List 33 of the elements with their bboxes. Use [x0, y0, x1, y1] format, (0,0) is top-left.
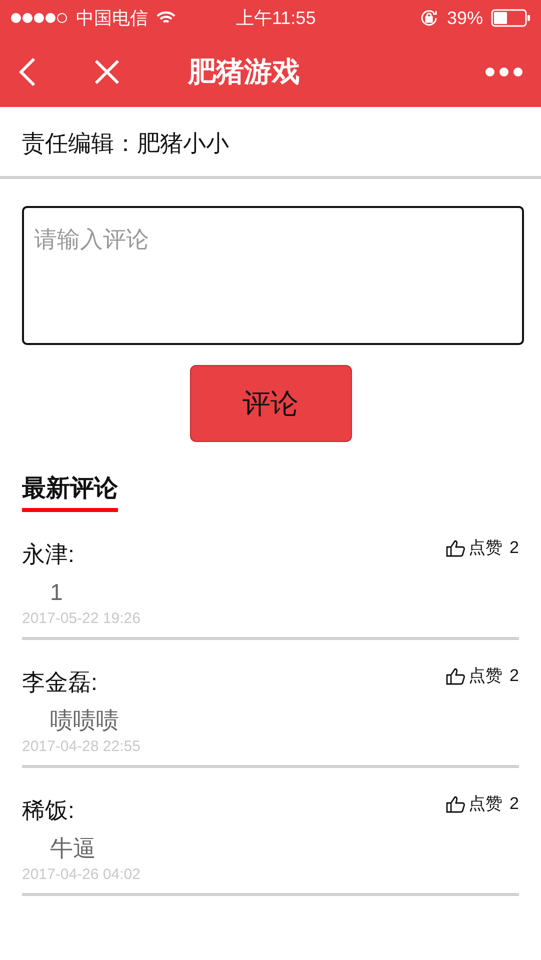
signal-icon — [10, 12, 68, 24]
like-count: 2 — [510, 793, 519, 815]
like-button[interactable]: 点赞 2 — [446, 663, 519, 688]
wifi-icon — [156, 10, 176, 26]
like-count: 2 — [510, 537, 519, 559]
comment-text: 牛逼 — [49, 834, 97, 863]
section-heading: 最新评论 — [22, 474, 118, 504]
comment-text: 啧啧啧 — [49, 706, 120, 735]
comment-text: 1 — [49, 578, 64, 607]
battery-icon — [491, 9, 531, 27]
submit-button[interactable]: 评论 — [190, 365, 352, 442]
battery-percent: 39% — [446, 6, 483, 30]
thumbs-up-icon — [446, 538, 466, 557]
like-count: 2 — [510, 665, 519, 687]
like-label: 点赞 — [468, 793, 503, 815]
thumbs-up-icon — [446, 794, 466, 813]
carrier-name: 中国电信 — [76, 6, 148, 30]
page-title: 肥猪游戏 — [188, 54, 300, 88]
like-label: 点赞 — [468, 665, 503, 687]
like-button[interactable]: 点赞 2 — [446, 791, 519, 816]
rotation-lock-icon — [418, 8, 439, 28]
like-label: 点赞 — [468, 537, 503, 559]
comment-input[interactable]: 请输入评论 — [22, 206, 524, 345]
comment-author: 永津: — [22, 540, 74, 569]
editor-line: 责任编辑：肥猪小小 — [22, 129, 230, 158]
like-button[interactable]: 点赞 2 — [446, 535, 519, 560]
close-icon — [94, 58, 120, 84]
more-icon — [485, 66, 523, 76]
comment-author: 李金磊: — [22, 668, 98, 697]
comment-author: 稀饭: — [22, 796, 74, 825]
back-icon — [18, 56, 36, 86]
clock: 上午11:55 — [236, 6, 316, 30]
thumbs-up-icon — [446, 666, 466, 685]
